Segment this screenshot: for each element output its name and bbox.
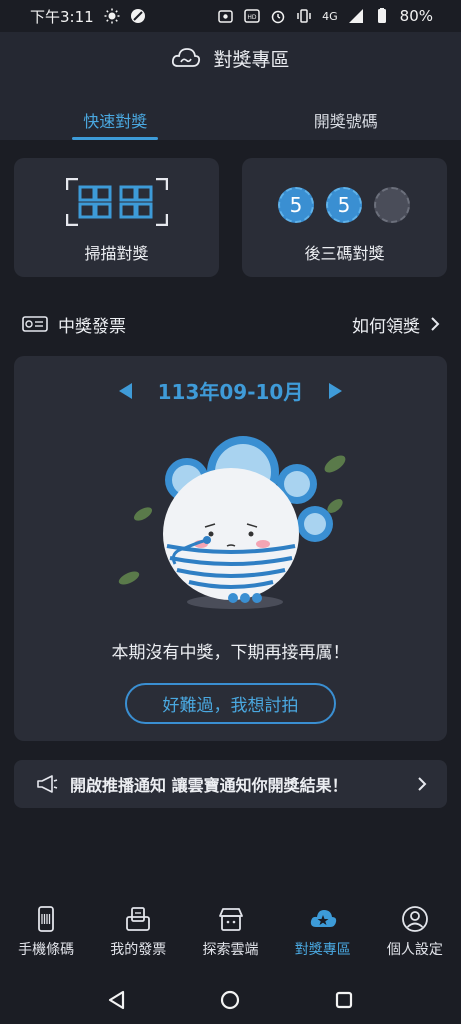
notify-text: 開啟推播通知 讓雲寶通知你開獎結果！: [70, 776, 348, 795]
battery-percent: 80%: [399, 7, 433, 25]
chevron-right-icon: [418, 777, 427, 791]
phone-barcode-icon: [38, 906, 54, 932]
digit-1: 5: [278, 187, 314, 223]
signal-icon: [348, 9, 363, 23]
nav-explore-cloud[interactable]: 探索雲端: [184, 905, 276, 970]
qr-scan-icon: [66, 178, 168, 226]
block-icon: [130, 9, 145, 23]
period-label: 113年09-10月: [157, 380, 304, 404]
store-icon: [218, 908, 243, 931]
scan-check-card[interactable]: 掃描對獎: [14, 158, 219, 277]
section-title: 中獎發票: [58, 316, 126, 337]
next-period-icon[interactable]: [329, 382, 343, 399]
screenshot-icon: [218, 10, 233, 23]
how-to-claim-link[interactable]: 如何領獎: [352, 312, 440, 337]
megaphone-icon: [37, 775, 58, 793]
last-three-check-card[interactable]: 5 5 後三碼對獎: [242, 158, 447, 277]
last-three-label: 後三碼對獎: [304, 244, 385, 263]
result-card: 113年09-10月 本期沒有中獎，下期再接再厲！ 好難過，我想討拍: [14, 356, 447, 741]
alarm-icon: [271, 10, 285, 24]
hd-icon: HD: [244, 9, 260, 23]
nav-mobile-barcode[interactable]: 手機條碼: [0, 905, 92, 970]
cloud-logo-icon: [172, 48, 201, 67]
no-win-message: 本期沒有中獎，下期再接再厲！: [111, 643, 350, 663]
invoice-ticket-icon: [22, 316, 48, 332]
page-title: 對獎專區: [213, 48, 290, 71]
nav-personal-settings[interactable]: 個人設定: [369, 905, 461, 970]
digit-3: [374, 187, 410, 223]
nav-label-prize-check: 對獎專區: [294, 942, 351, 958]
app-header: 對獎專區 快速對獎 開獎號碼: [0, 32, 461, 140]
brightness-icon: [104, 8, 120, 24]
prev-period-icon[interactable]: [118, 382, 132, 399]
cloud-star-icon: [310, 910, 336, 927]
back-icon[interactable]: [107, 990, 127, 1010]
how-to-claim-label: 如何領獎: [352, 316, 420, 337]
comfort-me-button[interactable]: 好難過，我想討拍: [125, 683, 336, 724]
svg-text:HD: HD: [248, 14, 258, 21]
bottom-navigation: 手機條碼 我的發票 探索雲端 對獎專區 個人設定: [0, 905, 461, 970]
user-icon: [402, 906, 428, 932]
battery-icon: [377, 8, 386, 23]
recents-icon[interactable]: [334, 990, 354, 1010]
digit-2: 5: [326, 187, 362, 223]
tab-bar: 快速對獎 開獎號碼: [0, 104, 461, 140]
network-type: 4G: [322, 9, 338, 23]
chevron-right-icon: [431, 317, 440, 331]
system-navigation: [0, 975, 461, 1024]
nav-label-personal-settings: 個人設定: [386, 942, 443, 958]
nav-label-mobile-barcode: 手機條碼: [18, 942, 75, 958]
nav-my-invoices[interactable]: 我的發票: [92, 905, 184, 970]
tab-winning-numbers[interactable]: 開獎號碼: [231, 104, 461, 140]
vibrate-icon: [297, 9, 311, 23]
home-icon[interactable]: [220, 990, 240, 1010]
winning-invoices-section: 中獎發票 如何領獎: [22, 310, 440, 338]
nav-label-explore-cloud: 探索雲端: [202, 942, 259, 958]
tab-quick-check[interactable]: 快速對獎: [0, 104, 231, 140]
scan-check-label: 掃描對獎: [84, 244, 149, 263]
nav-prize-check[interactable]: 對獎專區: [277, 905, 369, 970]
status-bar: 下午3:11 HD 4G 80%: [0, 0, 461, 32]
sad-cloud-mascot-icon: [118, 436, 346, 609]
enable-push-notification-bar[interactable]: 開啟推播通知 讓雲寶通知你開獎結果！: [14, 760, 447, 808]
nav-label-my-invoices: 我的發票: [110, 942, 167, 958]
status-time: 下午3:11: [30, 7, 94, 26]
invoice-box-icon: [126, 907, 151, 931]
